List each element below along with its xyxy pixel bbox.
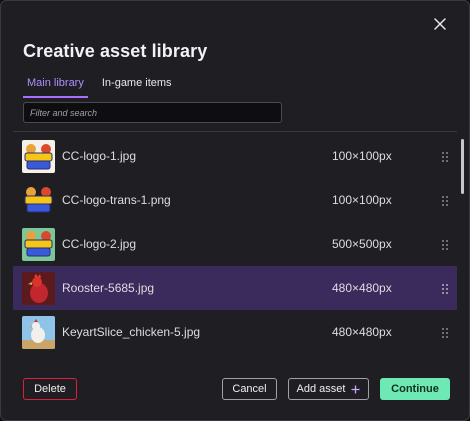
drag-handle-icon[interactable] xyxy=(441,150,449,162)
drag-handle-icon[interactable] xyxy=(441,194,449,206)
asset-list: CC-logo-1.jpg 100×100px CC-logo-trans-1.… xyxy=(13,134,457,354)
asset-filename: CC-logo-trans-1.png xyxy=(62,193,171,207)
asset-row-selected[interactable]: Rooster-5685.jpg 480×480px xyxy=(13,266,457,310)
asset-thumbnail-chicken-chaos-logo-green xyxy=(22,227,55,261)
asset-thumbnail-red-rooster xyxy=(22,271,55,305)
close-button[interactable] xyxy=(429,13,451,35)
asset-thumbnail-chicken-chaos-logo-transparent xyxy=(22,183,55,217)
asset-filename: CC-logo-2.jpg xyxy=(62,237,137,251)
delete-button[interactable]: Delete xyxy=(23,378,77,400)
asset-filename: KeyartSlice_chicken-5.jpg xyxy=(62,325,201,339)
asset-row[interactable]: KeyartSlice_chicken-5.jpg 480×480px xyxy=(13,310,457,354)
asset-filename: Rooster-5685.jpg xyxy=(62,281,155,295)
cancel-button[interactable]: Cancel xyxy=(222,378,277,400)
continue-button[interactable]: Continue xyxy=(380,378,450,400)
search-input[interactable] xyxy=(23,102,282,123)
tab-in-game-items[interactable]: In-game items xyxy=(98,75,176,98)
asset-row[interactable]: CC-logo-trans-1.png 100×100px xyxy=(13,178,457,222)
modal-title: Creative asset library xyxy=(23,41,208,61)
asset-library-modal: Creative asset library Main library In-g… xyxy=(0,0,470,421)
asset-dimensions: 100×100px xyxy=(332,193,392,207)
asset-thumbnail-chicken-keyart xyxy=(22,315,55,349)
add-asset-button[interactable]: Add asset xyxy=(288,378,369,400)
drag-handle-icon[interactable] xyxy=(441,326,449,338)
list-scrollbar[interactable] xyxy=(461,139,464,194)
asset-dimensions: 500×500px xyxy=(332,237,392,251)
add-asset-label: Add asset xyxy=(296,383,346,395)
drag-handle-icon[interactable] xyxy=(441,238,449,250)
asset-dimensions: 100×100px xyxy=(332,149,392,163)
asset-thumbnail-chicken-chaos-logo xyxy=(22,139,55,173)
asset-row[interactable]: CC-logo-1.jpg 100×100px xyxy=(13,134,457,178)
plus-icon xyxy=(351,385,360,393)
divider xyxy=(13,131,457,132)
drag-handle-icon[interactable] xyxy=(441,282,449,294)
asset-dimensions: 480×480px xyxy=(332,281,392,295)
library-tabs: Main library In-game items xyxy=(23,75,176,98)
close-icon xyxy=(434,18,446,30)
asset-row[interactable]: CC-logo-2.jpg 500×500px xyxy=(13,222,457,266)
asset-filename: CC-logo-1.jpg xyxy=(62,149,137,163)
asset-dimensions: 480×480px xyxy=(332,325,392,339)
tab-main-library[interactable]: Main library xyxy=(23,75,88,98)
